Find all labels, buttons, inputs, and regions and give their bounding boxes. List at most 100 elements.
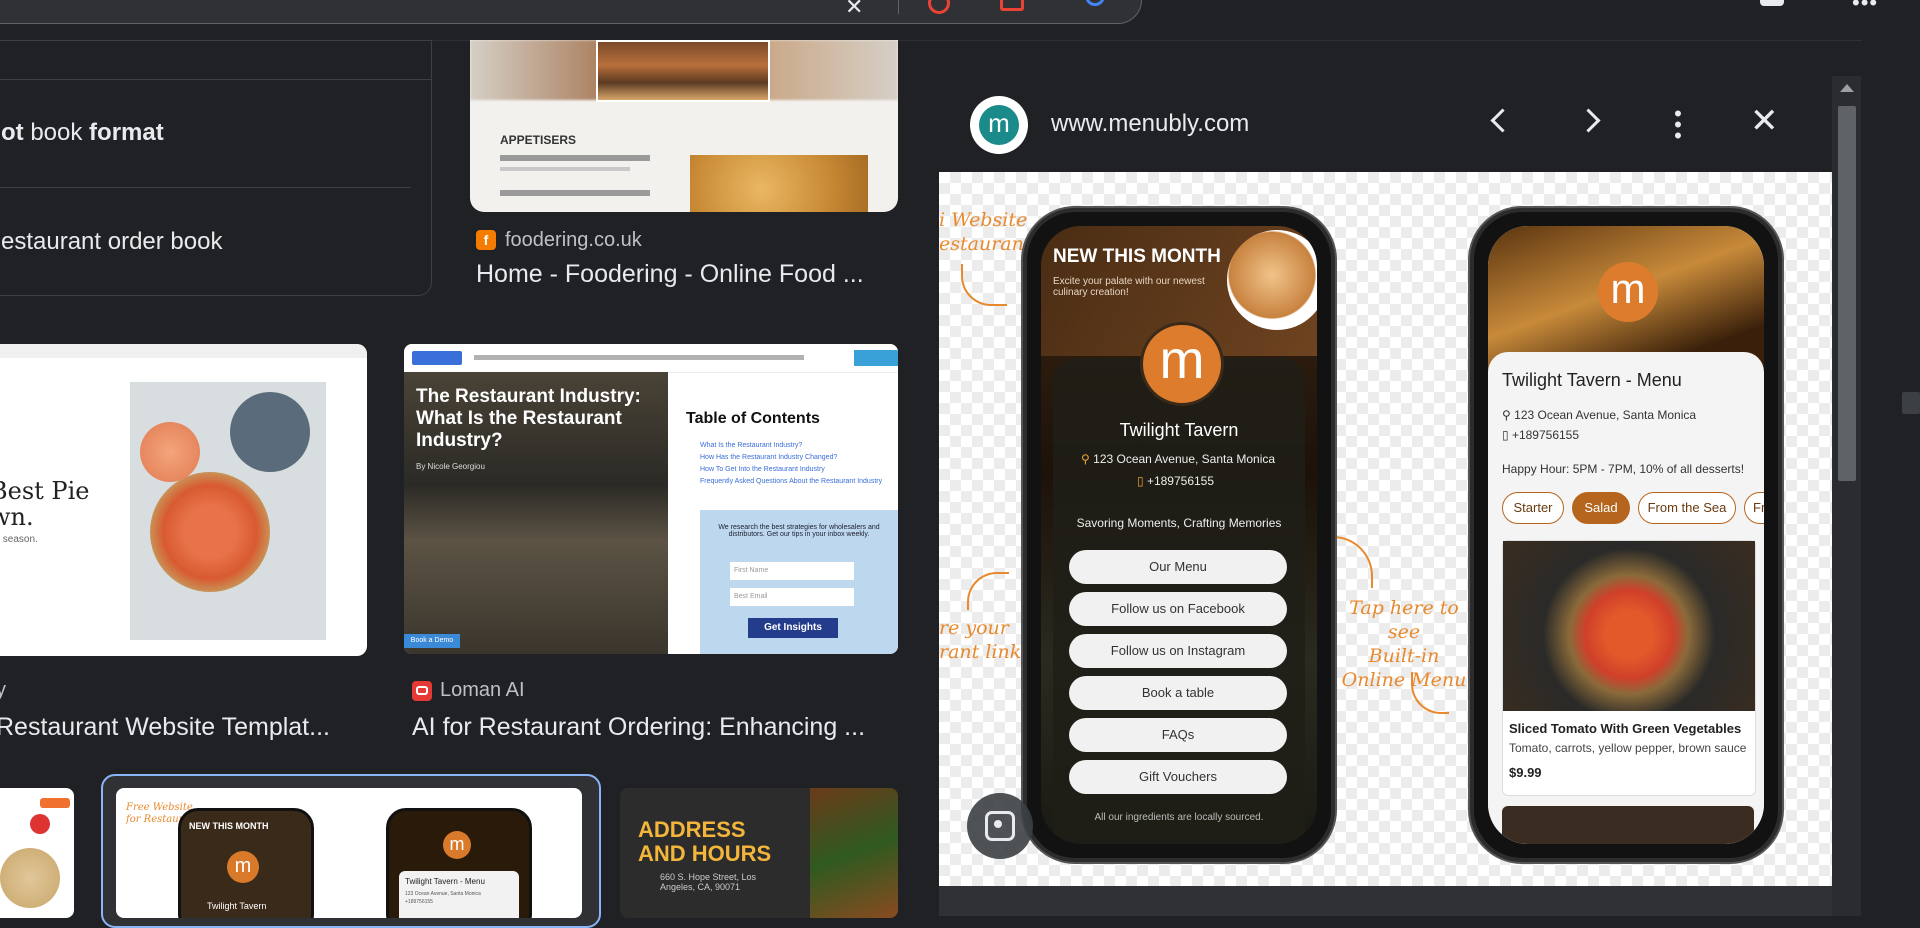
article-byline: By Nicole Georgiou: [416, 462, 485, 471]
site-nav: [474, 355, 804, 360]
restaurant-tagline: Savoring Moments, Crafting Memories: [1076, 516, 1282, 530]
suggestion-row[interactable]: estaurant order book: [0, 189, 411, 297]
phone2-screen: m Twilight Tavern - Menu ⚲ 123 Ocean Ave…: [1488, 226, 1764, 844]
card-text: Best Piewn.: [0, 477, 90, 531]
dish-description: Tomato, carrots, yellow pepper, brown sa…: [1509, 741, 1747, 755]
our-menu-button: Our Menu: [1069, 550, 1287, 584]
gift-vouchers-button: Gift Vouchers: [1069, 760, 1287, 794]
suggestion-text: ot book format: [1, 119, 164, 146]
page-scrollbar-track: [1862, 40, 1920, 912]
image-search-icon[interactable]: [1000, 0, 1024, 11]
dish-photo: [1503, 541, 1755, 711]
thumb-address: 660 S. Hope Street, Los Angeles, CA, 900…: [660, 872, 757, 892]
suggestion-text: estaurant order book: [1, 228, 223, 255]
scroll-up-icon[interactable]: [1840, 84, 1854, 92]
account-icon[interactable]: [1760, 0, 1784, 6]
chat-icon: [416, 686, 428, 695]
page-scrollbar-thumb[interactable]: [1902, 392, 1920, 414]
scroll-thumb[interactable]: [1838, 106, 1856, 481]
toc-list: What Is the Restaurant Industry? How Has …: [700, 442, 883, 485]
newsletter-box: We research the best strategies for whol…: [700, 510, 898, 654]
phone-mockup-1: NEW THIS MONTH Excite your palate with o…: [1023, 208, 1335, 862]
pastry-photo: [690, 155, 868, 212]
result-title[interactable]: Home - Foodering - Online Food ...: [476, 260, 864, 289]
menubly-logo: m: [227, 851, 259, 883]
location-pin-icon: ⚲: [1081, 452, 1090, 466]
pie-photo-bg: [130, 382, 326, 640]
result-thumbnail[interactable]: APPETISERS: [470, 40, 898, 212]
book-table-button: Book a table: [1069, 676, 1287, 710]
dish-price: $9.99: [1509, 765, 1542, 780]
preview-image[interactable]: i Website estaurants re your rant links Ta…: [939, 172, 1832, 886]
menu-line: [500, 167, 630, 171]
orange-button: [40, 798, 70, 808]
site-favicon[interactable]: m: [970, 96, 1028, 154]
annotation-links: re your rant links: [939, 617, 1031, 663]
favicon-foodering: f: [476, 230, 496, 250]
dish-card: Sliced Tomato With Green Vegetables Toma…: [1502, 540, 1756, 796]
restaurant-photo: The Restaurant Industry: What Is the Res…: [404, 372, 668, 654]
get-insights-button: Get Insights: [748, 618, 838, 638]
lens-button[interactable]: [967, 793, 1033, 859]
burger-photo: [596, 40, 770, 102]
viewer-site-url[interactable]: www.menubly.com: [1051, 110, 1249, 138]
location-pin-icon: ⚲: [1502, 408, 1511, 422]
menubly-logo: m: [1140, 322, 1224, 406]
skewers-image: [810, 788, 898, 918]
favicon-loman: [412, 681, 432, 701]
result-thumbnail[interactable]: [0, 788, 74, 918]
thumb-phone-2: m Twilight Tavern - Menu 123 Ocean Avenu…: [386, 808, 532, 918]
newsletter-text: We research the best strategies for whol…: [718, 524, 880, 538]
card-subtext: all season.: [0, 534, 38, 545]
result-thumbnail[interactable]: ADDRESS AND HOURS 660 S. Hope Street, Los…: [620, 788, 898, 918]
facebook-button: Follow us on Facebook: [1069, 592, 1287, 626]
result-title[interactable]: Restaurant Website Templat...: [0, 713, 330, 742]
menubly-logo: m: [443, 831, 471, 859]
dish-image: [0, 848, 60, 908]
menubly-logo: m: [1598, 262, 1658, 322]
phone-icon: ▯: [1137, 474, 1144, 488]
thumb-heading: ADDRESS AND HOURS: [638, 817, 772, 866]
chip-starter: Starter: [1502, 492, 1564, 524]
search-box[interactable]: [0, 0, 1142, 24]
site-logo: [412, 351, 462, 365]
happy-hour: Happy Hour: 5PM - 7PM, 10% of all desser…: [1502, 462, 1745, 476]
chip-from-the-sea: From the Sea: [1638, 492, 1736, 524]
pie-image: [150, 472, 270, 592]
menubly-icon: m: [979, 105, 1019, 145]
suggestion-row-top[interactable]: [0, 41, 431, 80]
arrow-annotation: [1411, 672, 1449, 714]
result-source[interactable]: foodering.co.uk: [505, 229, 642, 252]
footer-note: All our ingredients are locally sourced.: [1094, 812, 1264, 823]
banner-title: NEW THIS MONTH: [1053, 246, 1221, 267]
result-source[interactable]: Loman AI: [440, 679, 525, 702]
related-searches-panel: ot book format estaurant order book: [0, 40, 432, 296]
result-thumbnail[interactable]: The Restaurant Industry: What Is the Res…: [404, 344, 898, 654]
menu-line: [500, 190, 650, 196]
close-icon[interactable]: ✕: [1750, 104, 1779, 138]
dish-name: Sliced Tomato With Green Vegetables: [1509, 721, 1742, 736]
arrow-annotation: [967, 572, 1009, 610]
instagram-button: Follow us on Instagram: [1069, 634, 1287, 668]
result-title[interactable]: AI for Restaurant Ordering: Enhancing ..…: [412, 713, 865, 742]
suggestion-row[interactable]: ot book format: [0, 79, 411, 188]
annotation-menu: Tap here to see Built-in Online Menu: [1341, 597, 1467, 691]
menu-line: [500, 155, 650, 161]
divider: [898, 0, 899, 14]
clear-search-icon[interactable]: ✕: [845, 0, 863, 18]
result-thumbnail-selected[interactable]: Free Website for Restaurants NEW THIS MON…: [116, 788, 582, 918]
menu-heading: APPETISERS: [500, 133, 577, 147]
more-vert-icon[interactable]: • • •: [1674, 103, 1682, 147]
chip-salad: Salad: [1572, 492, 1630, 524]
result-thumbnail[interactable]: Best Piewn. all season.: [0, 344, 367, 656]
menu-address: ⚲ 123 Ocean Avenue, Santa Monica: [1502, 408, 1697, 422]
menu-phone: ▯ +189756155: [1502, 428, 1580, 442]
book-demo-button: Book a Demo: [404, 634, 460, 648]
banner-subtitle: Excite your palate with our newest culin…: [1053, 276, 1205, 298]
toc-title: Table of Contents: [686, 410, 820, 427]
restaurant-address: ⚲ 123 Ocean Avenue, Santa Monica: [1081, 452, 1276, 466]
result-source[interactable]: y: [0, 679, 6, 702]
more-options-icon[interactable]: •••: [1852, 0, 1878, 14]
phone-icon: ▯: [1502, 428, 1509, 442]
menu-title: Twilight Tavern - Menu: [1502, 370, 1682, 390]
